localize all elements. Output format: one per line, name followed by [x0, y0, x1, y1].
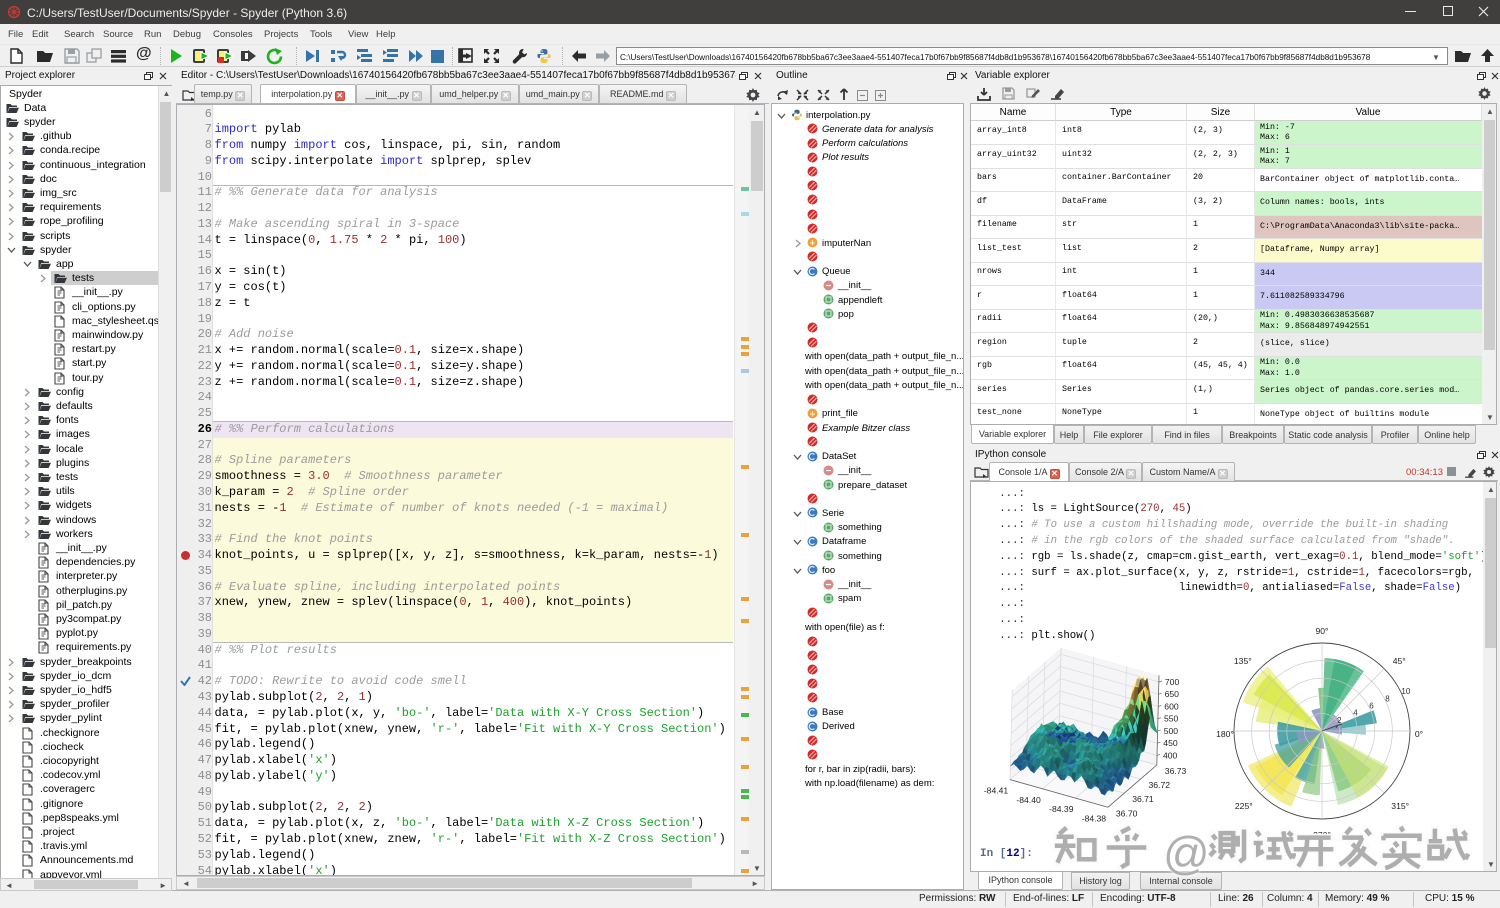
svg-text:36.70: 36.70: [1116, 808, 1138, 818]
svg-text:6: 6: [1369, 702, 1374, 711]
svg-text:4: 4: [1353, 709, 1358, 718]
svg-text:225°: 225°: [1235, 801, 1253, 811]
svg-text:400: 400: [1163, 750, 1178, 760]
svg-text:450: 450: [1163, 738, 1178, 748]
svg-text:500: 500: [1164, 726, 1179, 736]
svg-text:0°: 0°: [1415, 729, 1423, 739]
svg-text:550: 550: [1164, 714, 1179, 724]
svg-text:700: 700: [1165, 677, 1180, 687]
svg-text:315°: 315°: [1391, 801, 1409, 811]
svg-text:-84.39: -84.39: [1049, 804, 1074, 814]
svg-text:-84.38: -84.38: [1082, 813, 1107, 823]
svg-text:45°: 45°: [1393, 656, 1406, 666]
svg-text:600: 600: [1164, 701, 1179, 711]
svg-text:36.71: 36.71: [1132, 794, 1154, 804]
svg-text:10: 10: [1401, 687, 1410, 696]
svg-text:36.73: 36.73: [1165, 766, 1187, 776]
svg-text:135°: 135°: [1234, 656, 1252, 666]
svg-text:2: 2: [1337, 716, 1342, 725]
svg-text:8: 8: [1385, 694, 1390, 703]
svg-text:180°: 180°: [1216, 729, 1234, 739]
svg-text:650: 650: [1165, 689, 1180, 699]
svg-text:36.72: 36.72: [1149, 780, 1171, 790]
svg-text:90°: 90°: [1316, 626, 1329, 636]
svg-text:-84.40: -84.40: [1016, 795, 1041, 805]
svg-text:-84.41: -84.41: [984, 786, 1009, 796]
